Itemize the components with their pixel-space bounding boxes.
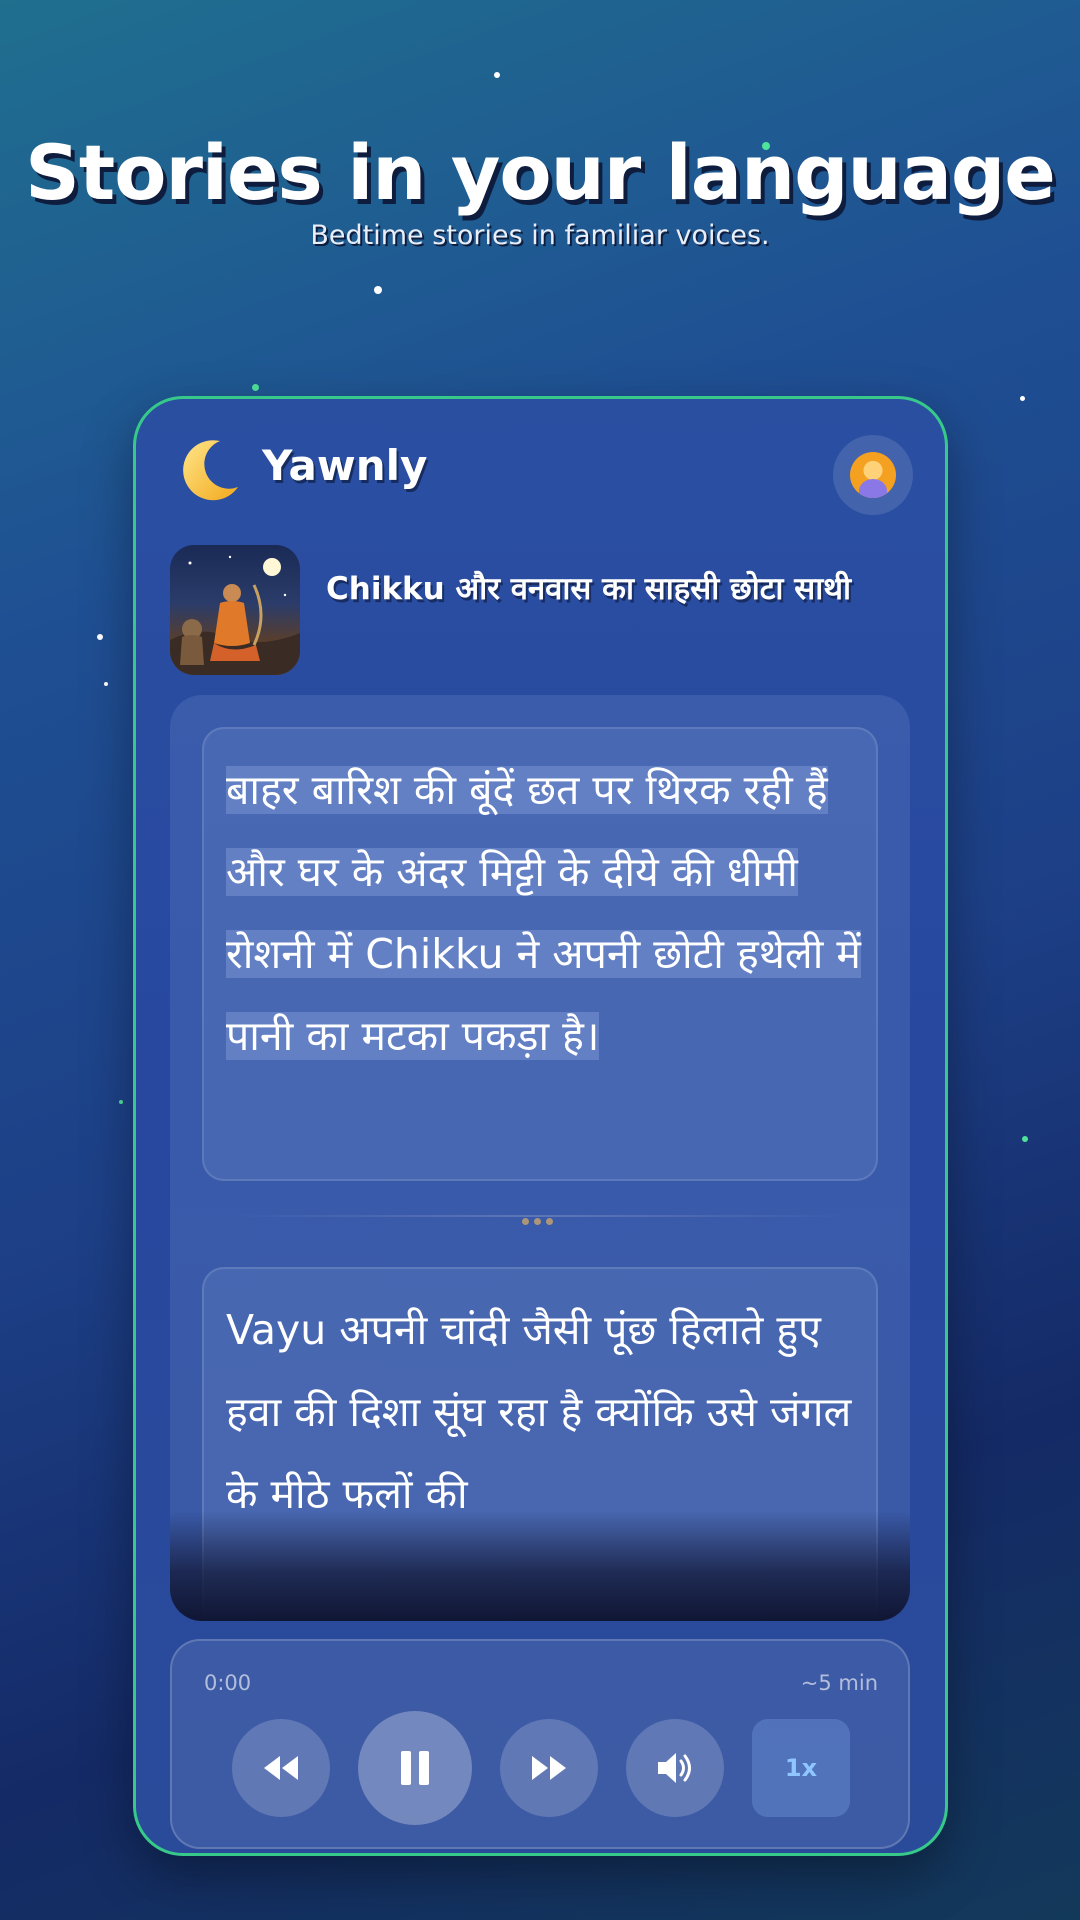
pause-icon [401, 1751, 429, 1785]
story-title: Chikku और वनवास का साहसी छोटा साथी [326, 571, 852, 607]
star-decoration [1022, 1136, 1028, 1142]
playback-speed-button[interactable]: 1x [752, 1719, 850, 1817]
star-decoration [494, 72, 500, 78]
story-reader[interactable]: बाहर बारिश की बूंदें छत पर थिरक रही हैं … [170, 695, 910, 1621]
paragraph-card-current[interactable]: बाहर बारिश की बूंदें छत पर थिरक रही हैं … [202, 727, 878, 1181]
star-decoration [104, 682, 108, 686]
divider-dots [522, 1210, 562, 1225]
story-cover-image [170, 545, 300, 675]
phone-frame: Yawnly Chikku और वनवास का साहसी छोटा साथ… [133, 396, 948, 1856]
pause-button[interactable] [358, 1711, 472, 1825]
story-cover-illustration [170, 555, 300, 675]
volume-button[interactable] [626, 1719, 724, 1817]
app-name: Yawnly [262, 441, 428, 490]
fast-forward-button[interactable] [500, 1719, 598, 1817]
volume-icon [658, 1753, 691, 1783]
elapsed-time: 0:00 [204, 1671, 252, 1695]
app-header: Yawnly [174, 435, 913, 515]
reader-fade-overlay [170, 1511, 910, 1621]
moon-icon [183, 440, 238, 501]
star-decoration [374, 286, 382, 294]
promo-subheadline: Bedtime stories in familiar voices. [310, 220, 770, 251]
star-decoration [252, 384, 259, 391]
star-decoration [119, 1100, 123, 1104]
star-decoration [1020, 396, 1025, 401]
profile-button[interactable] [833, 435, 913, 515]
audio-player: 0:00 ~5 min 1x [170, 1639, 910, 1849]
star-decoration [97, 634, 103, 640]
paragraph-text: Vayu अपनी चांदी जैसी पूंछ हिलाते हुए हवा… [226, 1306, 852, 1518]
avatar-icon [850, 452, 896, 498]
story-header: Chikku और वनवास का साहसी छोटा साथी [170, 545, 910, 675]
rewind-icon [264, 1756, 298, 1780]
rewind-button[interactable] [232, 1719, 330, 1817]
fast-forward-icon [532, 1756, 566, 1780]
total-duration: ~5 min [800, 1671, 878, 1695]
promo-headline: Stories in your language [25, 128, 1056, 217]
paragraph-text: बाहर बारिश की बूंदें छत पर थिरक रही हैं … [226, 766, 861, 1060]
